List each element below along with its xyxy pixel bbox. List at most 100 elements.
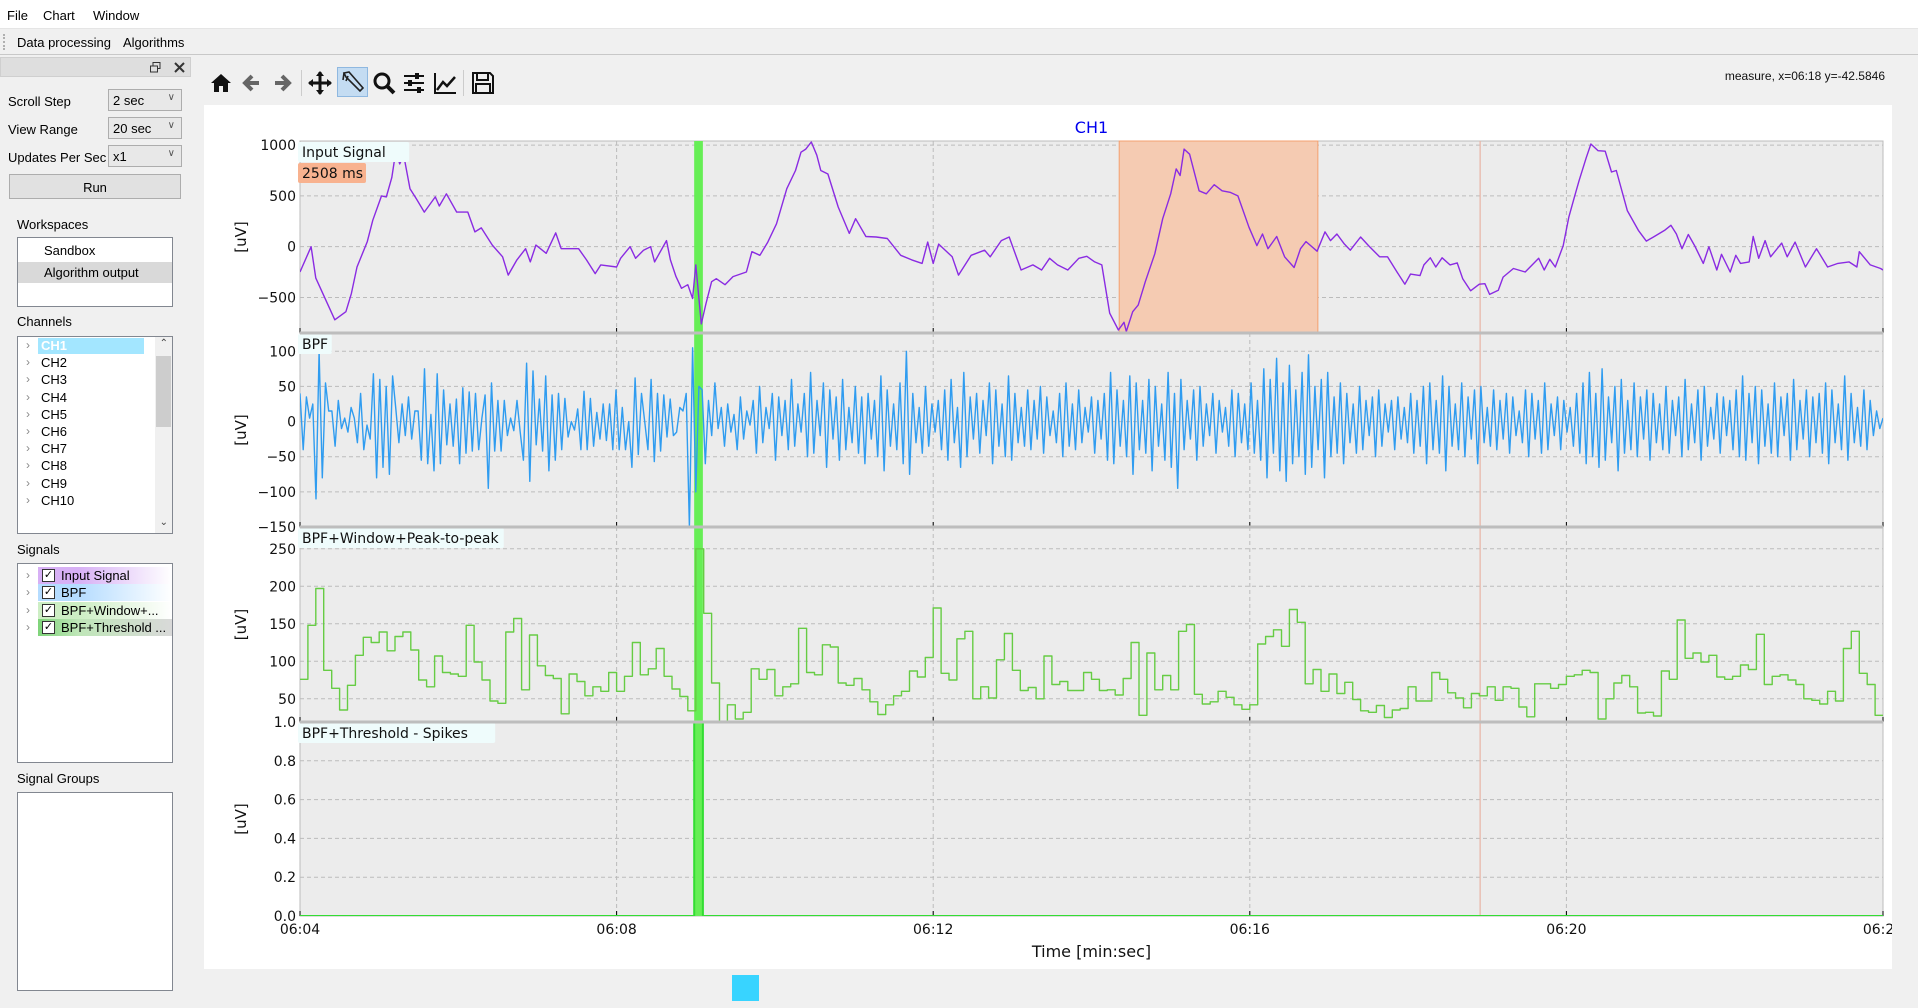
spike-band: [694, 141, 703, 333]
signal-label: BPF+Window+...: [61, 602, 159, 618]
signal-groups-label: Signal Groups: [17, 771, 100, 786]
channel-item-ch7[interactable]: › CH7: [18, 440, 172, 457]
y-tick-label: 150: [269, 617, 296, 633]
y-tick-label: 0: [287, 415, 296, 431]
signal-name-label: Input Signal: [302, 145, 386, 161]
signal-item[interactable]: › ✓ BPF+Window+...: [18, 601, 172, 619]
scroll-up-icon[interactable]: ⌃: [160, 338, 168, 349]
y-tick-label: 50: [278, 379, 296, 395]
channel-item-ch8[interactable]: › CH8: [18, 457, 172, 474]
spike-band: [694, 722, 703, 916]
y-tick-label: −50: [266, 450, 296, 466]
menu-chart[interactable]: Chart: [43, 8, 75, 23]
channel-item-ch9[interactable]: › CH9: [18, 475, 172, 492]
menu-window[interactable]: Window: [93, 8, 139, 23]
signal-checkbox[interactable]: ✓: [42, 620, 55, 634]
channels-label: Channels: [17, 314, 72, 329]
expand-arrow-icon[interactable]: ›: [26, 441, 30, 455]
view-range-label: View Range: [8, 122, 78, 137]
expand-arrow-icon[interactable]: ›: [26, 620, 30, 634]
signal-checkbox[interactable]: ✓: [42, 586, 55, 600]
pan-move-icon[interactable]: [307, 70, 333, 96]
expand-arrow-icon[interactable]: ›: [26, 407, 30, 421]
channel-item-ch10[interactable]: › CH10: [18, 492, 172, 509]
y-tick-label: 0.6: [274, 793, 296, 809]
signal-name-label: BPF: [302, 337, 328, 353]
updates-per-sec-select[interactable]: x1 ∨: [108, 145, 182, 167]
channel-label: CH3: [41, 372, 68, 388]
x-tick-label: 06:16: [1230, 922, 1270, 938]
workspace-item-algorithm-output[interactable]: Algorithm output: [18, 262, 172, 283]
channel-item-ch5[interactable]: › CH5: [18, 406, 172, 423]
expand-arrow-icon[interactable]: ›: [26, 585, 30, 599]
view-range-select[interactable]: 20 sec ∨: [108, 117, 182, 139]
panel-0: 1000 500 0 −500 [uV] Input Signal 2508 ms: [232, 138, 1884, 334]
measure-duration-label: 2508 ms: [302, 166, 363, 182]
expand-arrow-icon[interactable]: ›: [26, 372, 30, 386]
configure-sliders-icon[interactable]: [401, 70, 427, 96]
scroll-step-select[interactable]: 2 sec ∨: [108, 89, 182, 111]
algorithms-button[interactable]: Algorithms: [123, 35, 184, 50]
x-axis-label: Time [min:sec]: [1031, 942, 1151, 961]
channel-label: CH6: [41, 424, 68, 439]
signal-item[interactable]: › ✓ Input Signal: [18, 567, 172, 584]
y-tick-label: 0.2: [274, 870, 296, 886]
workspaces-list: Sandbox Algorithm output: [17, 237, 173, 307]
channel-label: CH2: [41, 355, 68, 371]
scrollbar-thumb[interactable]: [156, 356, 171, 427]
toolbar-separator: [463, 70, 464, 96]
workspace-item-sandbox[interactable]: Sandbox: [18, 240, 172, 261]
channel-item-ch1[interactable]: › CH1: [18, 337, 172, 354]
signal-color-swatch: [38, 584, 172, 602]
y-tick-label: 250: [269, 542, 296, 558]
updates-per-sec-value: x1: [113, 149, 127, 164]
data-processing-button[interactable]: Data processing: [17, 35, 111, 50]
measure-caliper-button[interactable]: [337, 67, 368, 97]
x-tick-label: 06:20: [1546, 922, 1586, 938]
chart-area[interactable]: CH1 1000 500 0 −500 [uV] Input Signal 2508 ms 10…: [204, 105, 1903, 969]
back-arrow-icon[interactable]: [239, 70, 265, 96]
scroll-down-icon[interactable]: ⌄: [160, 517, 168, 528]
channel-label: CH9: [41, 475, 68, 491]
signal-item[interactable]: › ✓ BPF: [18, 584, 172, 602]
float-window-icon[interactable]: [150, 62, 161, 73]
signal-item[interactable]: › ✓ BPF+Threshold ...: [18, 618, 172, 636]
channel-item-ch6[interactable]: › CH6: [18, 423, 172, 440]
panel-1: 100 50 0 −50 −100 −150 [uV] BPF: [232, 331, 1884, 536]
channel-item-ch2[interactable]: › CH2: [18, 354, 172, 371]
expand-arrow-icon[interactable]: ›: [26, 390, 30, 404]
expand-arrow-icon[interactable]: ›: [26, 424, 30, 438]
home-icon[interactable]: [208, 70, 234, 96]
y-axis-label: [uV]: [232, 609, 250, 640]
spike-band: [694, 333, 703, 527]
signal-checkbox[interactable]: ✓: [42, 569, 55, 582]
y-tick-label: 1.0: [274, 715, 296, 731]
toolbar-grip-handle[interactable]: [3, 34, 5, 50]
expand-arrow-icon[interactable]: ›: [26, 355, 30, 369]
forward-arrow-icon[interactable]: [269, 70, 295, 96]
x-tick-label: 06:24: [1863, 922, 1892, 938]
ch1-chart[interactable]: CH110005000−500[uV]Input Signal2508 ms10…: [204, 105, 1903, 969]
expand-arrow-icon[interactable]: ›: [26, 476, 30, 490]
secondary-toolbar: Data processing Algorithms: [0, 29, 1918, 55]
expand-arrow-icon[interactable]: ›: [26, 603, 30, 617]
x-tick-label: 06:04: [280, 922, 320, 938]
expand-arrow-icon[interactable]: ›: [26, 493, 30, 507]
expand-arrow-icon[interactable]: ›: [26, 338, 30, 352]
edit-curve-icon[interactable]: [432, 70, 458, 96]
save-icon[interactable]: [470, 70, 496, 96]
menu-file[interactable]: File: [7, 8, 28, 23]
channel-item-ch4[interactable]: › CH4: [18, 389, 172, 406]
run-button[interactable]: Run: [9, 174, 181, 199]
y-tick-label: 100: [269, 654, 296, 670]
y-tick-label: −100: [258, 485, 296, 501]
signal-groups-list: [17, 792, 173, 991]
expand-arrow-icon[interactable]: ›: [26, 568, 30, 582]
scroll-step-value: 2 sec: [113, 93, 145, 108]
zoom-magnifier-icon[interactable]: [371, 70, 397, 96]
signal-label: Input Signal: [61, 568, 130, 583]
channel-item-ch3[interactable]: › CH3: [18, 371, 172, 388]
close-icon[interactable]: [174, 62, 185, 73]
signal-checkbox[interactable]: ✓: [42, 603, 55, 617]
expand-arrow-icon[interactable]: ›: [26, 458, 30, 472]
